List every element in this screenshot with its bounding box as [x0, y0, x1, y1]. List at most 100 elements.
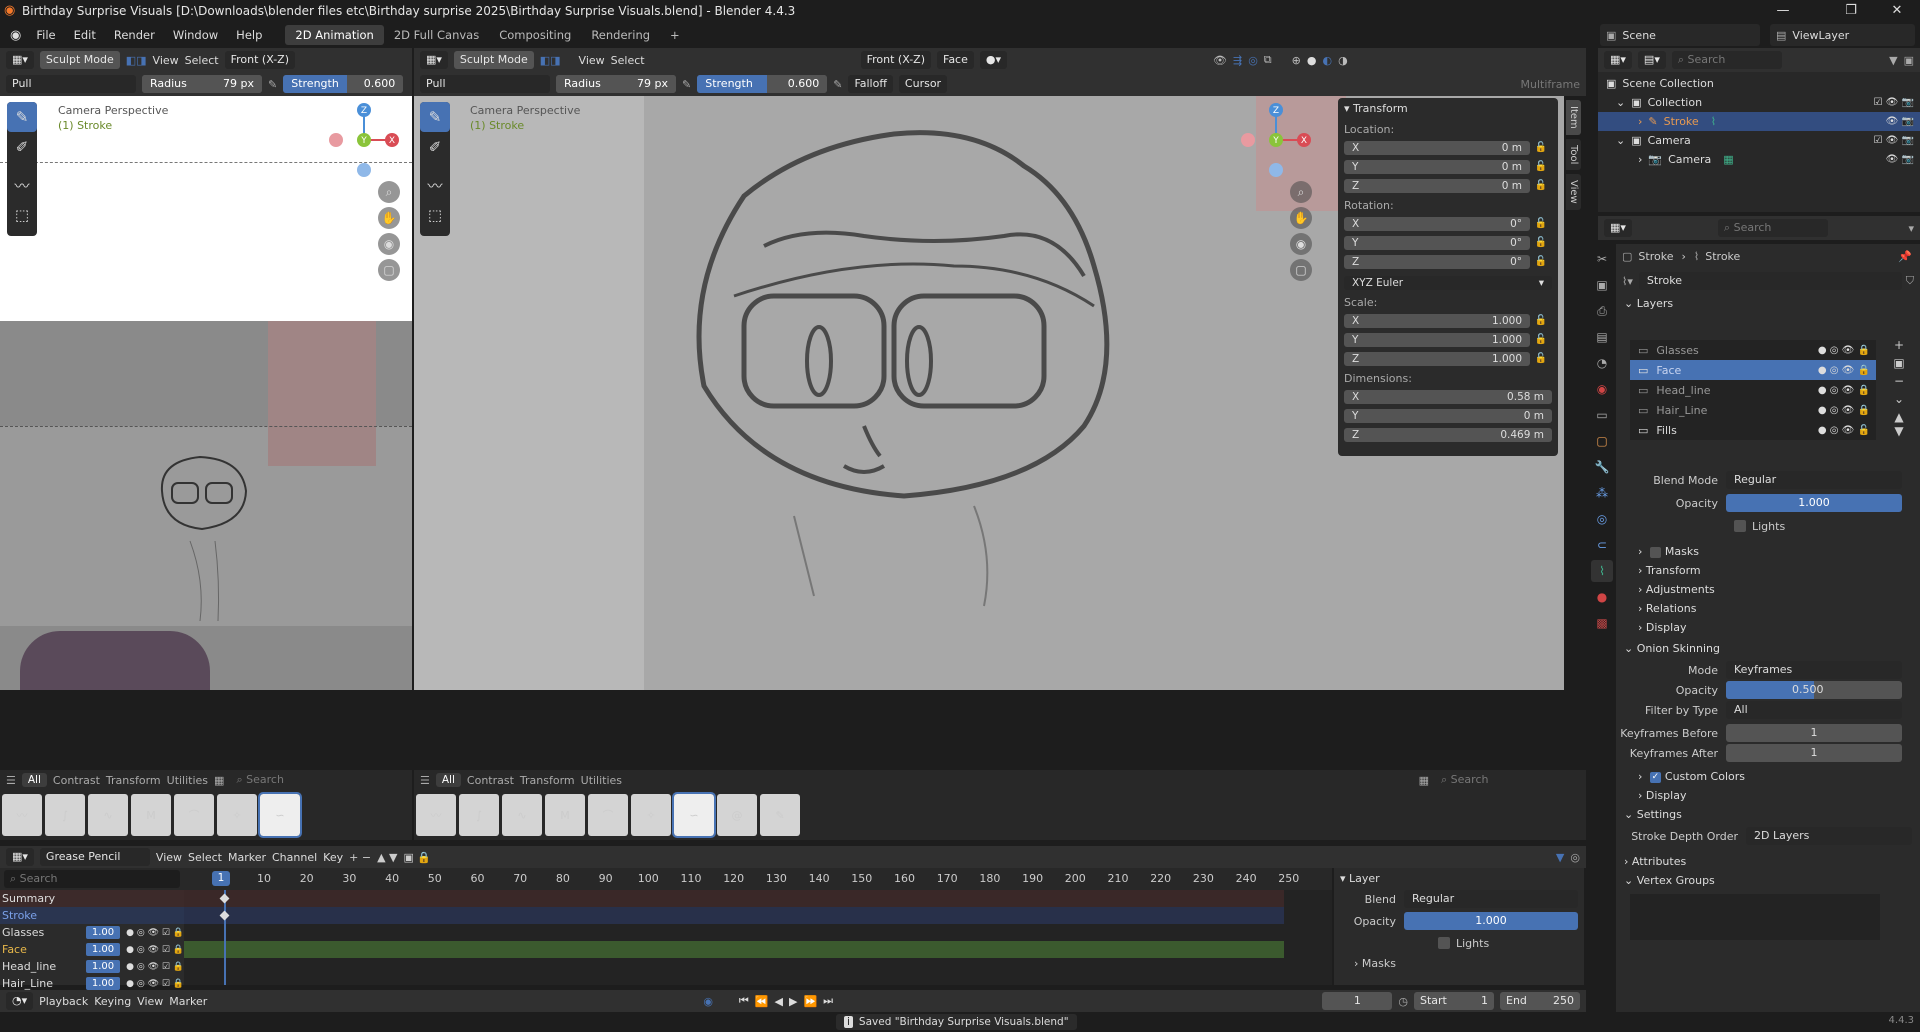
- scale-x-field[interactable]: X 1.000: [1344, 313, 1530, 328]
- left-brush-select[interactable]: Pull: [6, 75, 136, 93]
- lock-icon[interactable]: ▢: [378, 259, 400, 281]
- layer-head-line[interactable]: ▭ Head_line ● ◎ 👁 🔒: [1630, 380, 1876, 400]
- left-viewport[interactable]: Camera Perspective (1) Stroke ✎ ✐ 〰 ⬚ Z …: [0, 96, 412, 690]
- outliner-scene-collection[interactable]: ▣ Scene Collection: [1598, 74, 1920, 93]
- scene-selector[interactable]: ▣ Scene: [1600, 24, 1760, 46]
- transform-subpanel[interactable]: › Transform: [1616, 561, 1916, 580]
- main-viewport[interactable]: Camera Perspective (1) Stroke ✎ ✐ 〰 ⬚ Z …: [414, 96, 1564, 690]
- layer-face[interactable]: ▭ Face ● ◎ 👁 🔒: [1630, 360, 1876, 380]
- channel-stroke[interactable]: Stroke: [0, 907, 184, 924]
- left-filter-all[interactable]: All: [21, 773, 47, 787]
- location-x-lock-icon[interactable]: 🔓: [1530, 142, 1552, 153]
- brush-thumb[interactable]: ∫: [459, 794, 499, 836]
- brush-thumb-selected[interactable]: ∽: [258, 792, 302, 838]
- brush-thumb[interactable]: ⌒: [174, 794, 214, 836]
- brush-thumb[interactable]: ✎: [760, 794, 800, 836]
- pan-hand-icon[interactable]: ✋: [378, 207, 400, 229]
- kf-after-field[interactable]: 1: [1726, 744, 1902, 762]
- main-mode-select[interactable]: Sculpt Mode: [453, 51, 534, 69]
- overlay-toggle-icon[interactable]: ◎: [1248, 54, 1258, 67]
- scale-y-lock-icon[interactable]: 🔓: [1530, 334, 1552, 345]
- main-lock-icon[interactable]: ▢: [1290, 259, 1312, 281]
- blender-menu-icon[interactable]: ◉: [0, 28, 27, 43]
- xray-icon[interactable]: ⧉: [1264, 53, 1272, 67]
- snap-select[interactable]: ●▾: [979, 51, 1007, 69]
- tool-tab-icon[interactable]: ✂: [1591, 248, 1613, 270]
- data-name-field[interactable]: Stroke: [1638, 272, 1902, 290]
- rotation-z-field[interactable]: Z 0°: [1344, 254, 1530, 269]
- move-layer-down-button[interactable]: ▼: [1888, 424, 1910, 438]
- attributes-panel[interactable]: › Attributes: [1616, 852, 1916, 871]
- texture-tab-icon[interactable]: ▩: [1591, 612, 1613, 634]
- brush-thumb[interactable]: ∿: [88, 794, 128, 836]
- left-shelf-menu-icon[interactable]: ☰: [6, 774, 16, 787]
- data-tab-icon[interactable]: ⌇: [1591, 560, 1613, 582]
- main-annotate-tool-icon[interactable]: 〰: [420, 170, 450, 200]
- playback-menu-marker[interactable]: Marker: [169, 995, 207, 1008]
- layer-lock-icon[interactable]: ▣ 🔒: [403, 851, 431, 864]
- properties-search[interactable]: ⌕ Search: [1717, 219, 1828, 237]
- location-z-field[interactable]: Z0 m: [1344, 178, 1530, 193]
- outliner-camera-collection[interactable]: ⌄ ▣ Camera ☑ 👁 📷: [1598, 131, 1920, 150]
- shield-icon[interactable]: ⛉: [1906, 274, 1914, 288]
- brush-thumb[interactable]: ∫: [45, 794, 85, 836]
- masks-panel[interactable]: › Masks: [1616, 542, 1916, 561]
- brush-thumb[interactable]: Ⅿ: [131, 794, 171, 836]
- timeline-filter-icon[interactable]: ▼: [1556, 851, 1564, 864]
- timeline-ruler[interactable]: 1 10 20 30 40 50 60 70 80 90 100 110 120 130 140 150 16…: [184, 868, 1332, 890]
- layer-panel-title[interactable]: ▾ Layer: [1340, 872, 1578, 885]
- main-camera-view-icon[interactable]: ◉: [1290, 233, 1312, 255]
- shading-wire-icon[interactable]: ⊕: [1292, 54, 1301, 67]
- physics-tab-icon[interactable]: ◎: [1591, 508, 1613, 530]
- kf-before-field[interactable]: 1: [1726, 724, 1902, 742]
- channel-face[interactable]: Face 1.00 ● ◎ 👁 ☑ 🔒: [0, 941, 184, 958]
- rotation-y-lock-icon[interactable]: 🔓: [1530, 237, 1552, 248]
- lights-checkbox[interactable]: [1734, 520, 1746, 532]
- zoom-icon[interactable]: ⌕: [378, 181, 400, 203]
- brush-thumb[interactable]: ⌒: [588, 794, 628, 836]
- left-shelf-search[interactable]: ⌕ Search: [230, 771, 341, 789]
- rotation-x-field[interactable]: X 0°: [1344, 216, 1530, 231]
- visibility-icon[interactable]: 👁: [1213, 54, 1227, 67]
- playhead-line[interactable]: [224, 890, 226, 985]
- add-layer-icon[interactable]: + −: [349, 851, 371, 864]
- tab-2d-animation[interactable]: 2D Animation: [285, 25, 384, 45]
- main-strength-pressure-icon[interactable]: ✎: [833, 78, 842, 91]
- minimize-button[interactable]: —: [1760, 0, 1806, 22]
- pin-icon[interactable]: 📌: [1898, 250, 1912, 263]
- close-button[interactable]: ✕: [1874, 0, 1920, 22]
- timeline-masks-label[interactable]: › Masks: [1354, 957, 1396, 970]
- dimensions-y-field[interactable]: Y0 m: [1344, 408, 1552, 423]
- main-menu-select[interactable]: Select: [611, 54, 645, 67]
- brush-thumb[interactable]: 〰: [2, 794, 42, 836]
- tab-rendering[interactable]: Rendering: [581, 25, 660, 45]
- tab-compositing[interactable]: Compositing: [489, 25, 581, 45]
- timeline-opacity-field[interactable]: 1.000: [1404, 912, 1578, 930]
- layer-glasses[interactable]: ▭ Glasses ● ◎ 👁 🔒: [1630, 340, 1876, 360]
- location-y-field[interactable]: Y0 m: [1344, 159, 1530, 174]
- collection-tab-icon[interactable]: ▭: [1591, 404, 1613, 426]
- particles-tab-icon[interactable]: ⁂: [1591, 482, 1613, 504]
- custom-colors-panel[interactable]: › ✓ Custom Colors: [1616, 767, 1916, 786]
- gizmo-toggle-icon[interactable]: ⇶: [1233, 54, 1242, 67]
- sculpt-brush-tool-icon[interactable]: ✎: [7, 102, 37, 132]
- main-editor-type-button[interactable]: ▦▾: [420, 51, 448, 69]
- channel-search-input[interactable]: ⌕ Search: [4, 870, 180, 888]
- display-subpanel[interactable]: › Display: [1616, 618, 1916, 637]
- timeline-menu-marker[interactable]: Marker: [228, 851, 266, 864]
- timeline-editor-type[interactable]: ▦▾: [6, 848, 34, 866]
- timeline-menu-view[interactable]: View: [156, 851, 182, 864]
- outliner-editor-type[interactable]: ▦▾: [1604, 51, 1632, 69]
- outliner-search[interactable]: ⌕ Search: [1671, 51, 1782, 69]
- tab-item[interactable]: Item: [1566, 100, 1581, 135]
- jump-end-icon[interactable]: ⏭: [823, 994, 833, 1008]
- main-filter-utilities[interactable]: Utilities: [581, 774, 622, 787]
- brush-thumb[interactable]: @: [717, 794, 757, 836]
- brush-thumb-selected[interactable]: ∽: [672, 792, 716, 838]
- custom-colors-checkbox[interactable]: ✓: [1649, 771, 1661, 783]
- next-key-icon[interactable]: ⏩: [803, 995, 817, 1008]
- brush-thumb[interactable]: ✧: [217, 794, 257, 836]
- end-frame-field[interactable]: End 250: [1500, 992, 1580, 1010]
- viewlayer-selector[interactable]: ▤ ViewLayer: [1770, 24, 1915, 46]
- left-mode-select[interactable]: Sculpt Mode: [39, 51, 120, 69]
